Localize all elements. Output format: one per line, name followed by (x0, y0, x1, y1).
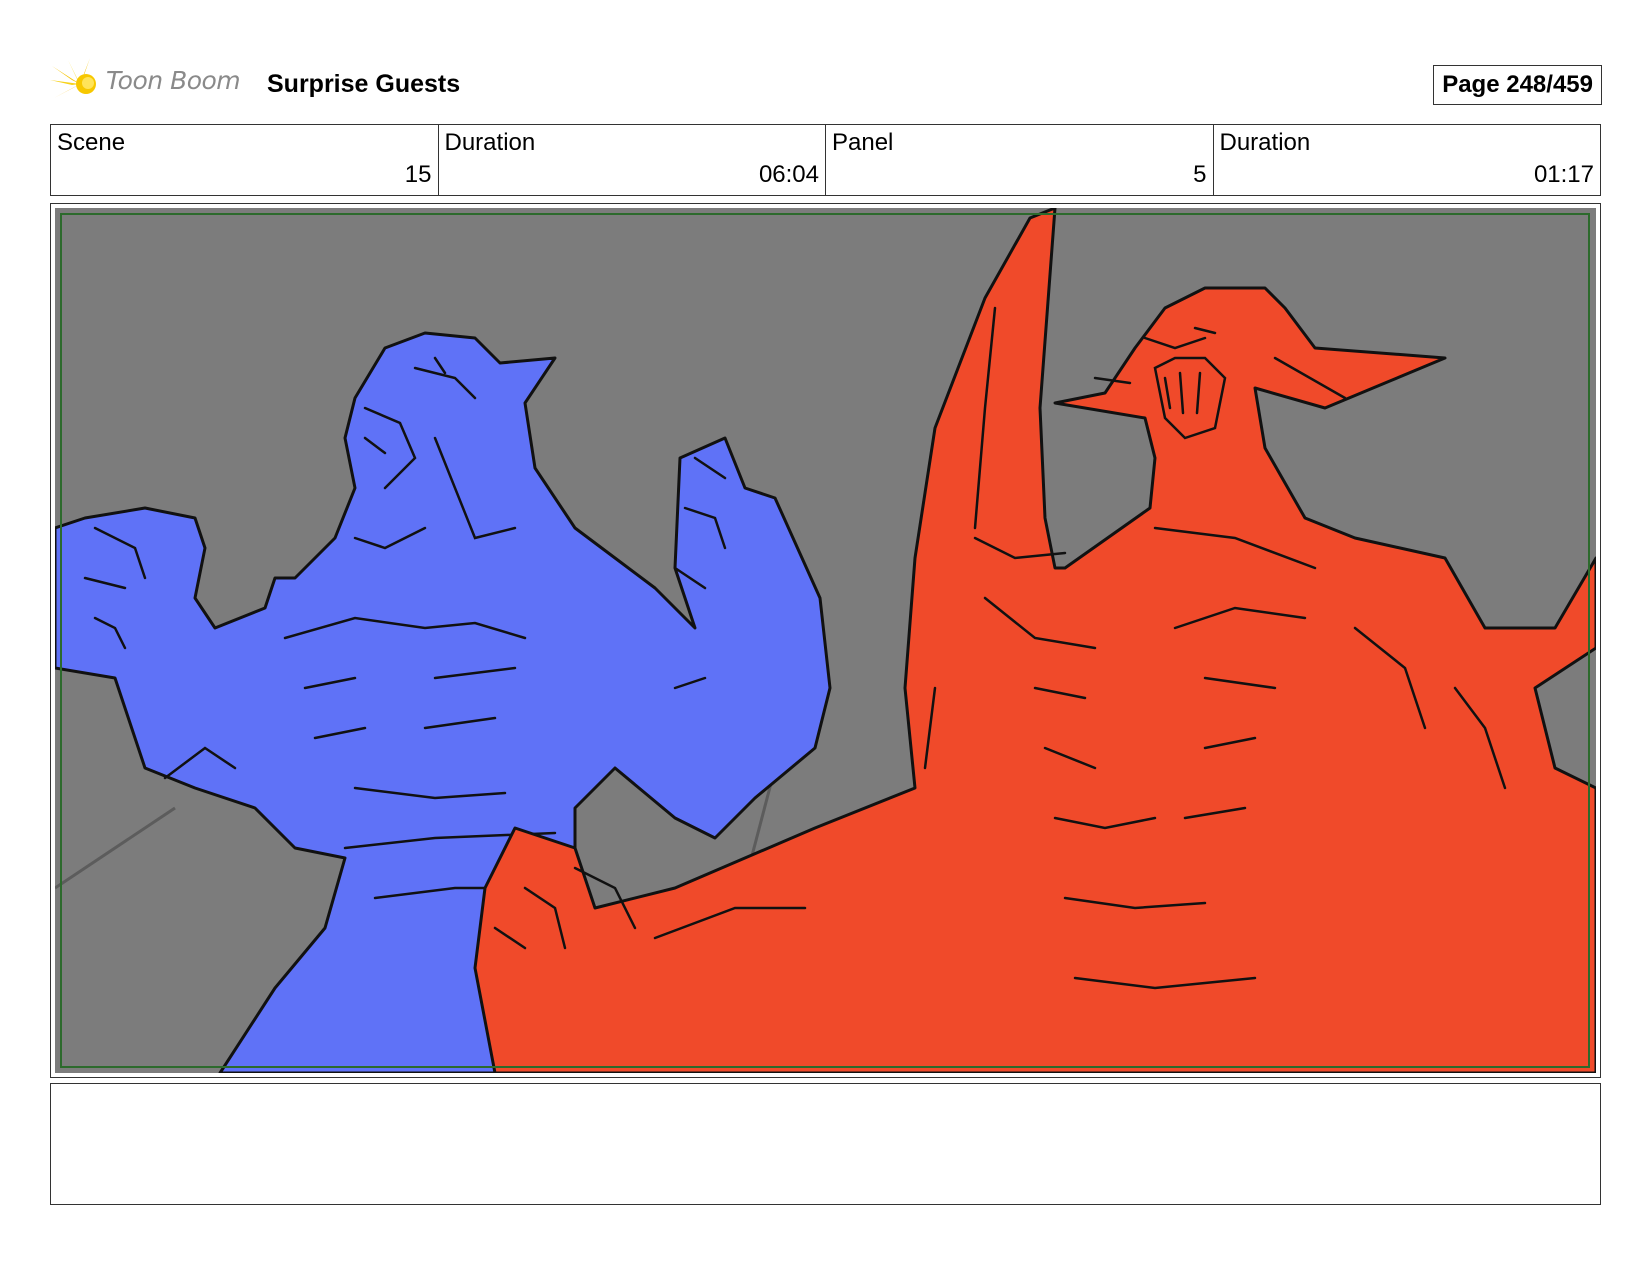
scene-info-table: Scene 15 Duration 06:04 Panel 5 Duration… (50, 124, 1601, 196)
panel-duration-value: 01:17 (1533, 161, 1594, 188)
panel-duration-label: Duration (1219, 129, 1311, 156)
scene-duration-value: 06:04 (758, 161, 819, 188)
panel-drawing (55, 208, 1596, 1073)
page-header: Toon Boom Surprise Guests Page 248/459 (50, 58, 1602, 110)
scene-value: 15 (404, 161, 432, 188)
panel-cell: Panel 5 (826, 125, 1214, 195)
toon-boom-logo-icon (50, 58, 96, 108)
panel-label: Panel (832, 129, 894, 156)
scene-duration-label: Duration (444, 129, 536, 156)
scene-cell: Scene 15 (51, 125, 439, 195)
scene-label: Scene (57, 129, 126, 156)
page-number: Page 248/459 (1433, 65, 1602, 105)
panel-notes-box[interactable] (50, 1083, 1601, 1205)
project-title: Surprise Guests (267, 70, 461, 98)
storyboard-panel (50, 203, 1601, 1078)
toon-boom-logo: Toon Boom (50, 58, 250, 110)
panel-value: 5 (1193, 161, 1207, 188)
sketch-artwork (55, 208, 1596, 1073)
logo-text: Toon Boom (106, 66, 241, 95)
scene-duration-cell: Duration 06:04 (439, 125, 826, 195)
panel-duration-cell: Duration 01:17 (1214, 125, 1601, 195)
